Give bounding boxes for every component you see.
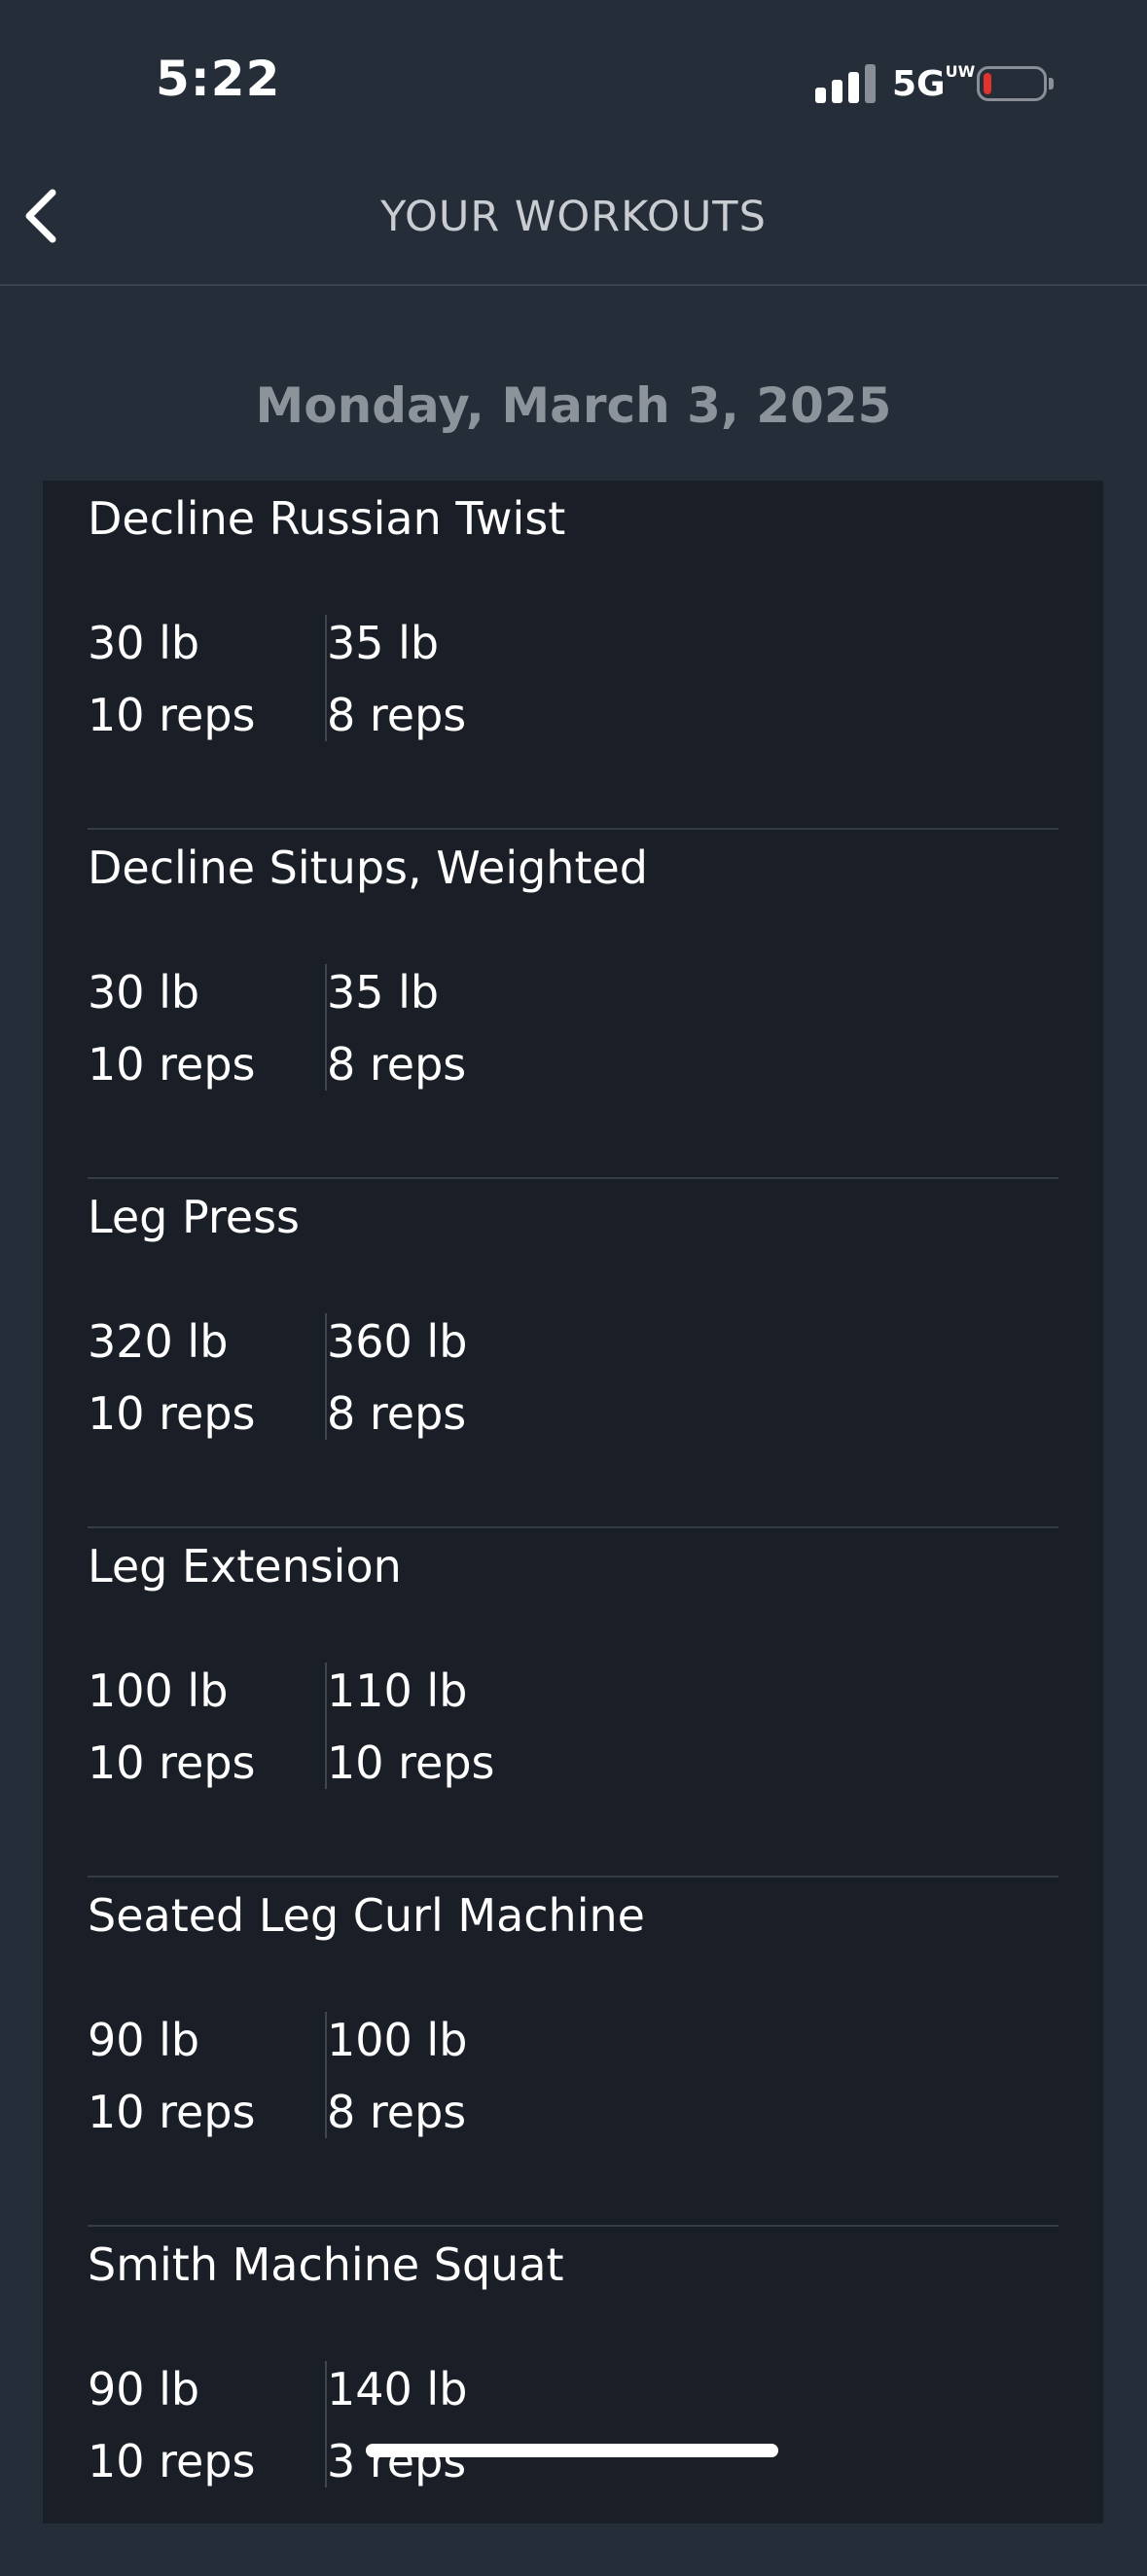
set-1: 320 lb 10 reps — [88, 1306, 256, 1449]
set-reps: 10 reps — [88, 1387, 256, 1440]
network-label: 5G — [892, 64, 946, 104]
battery-level — [984, 73, 991, 94]
exercise-item[interactable]: Decline Russian Twist 30 lb 10 reps 35 l… — [88, 481, 1058, 830]
set-1: 90 lb 10 reps — [88, 2353, 256, 2497]
page-title: YOUR WORKOUTS — [380, 193, 767, 241]
network-type: 5GUW — [892, 62, 976, 105]
set-weight: 30 lb — [88, 966, 200, 1019]
set-weight: 100 lb — [88, 1664, 229, 1717]
set-2: 360 lb 8 reps — [327, 1306, 467, 1449]
set-reps: 8 reps — [327, 2086, 467, 2138]
workout-date: Monday, March 3, 2025 — [255, 377, 892, 434]
set-weight: 30 lb — [88, 617, 200, 669]
set-2: 35 lb 8 reps — [327, 956, 466, 1100]
battery-icon — [977, 66, 1047, 101]
set-reps: 8 reps — [327, 689, 467, 741]
exercise-name: Decline Russian Twist — [88, 492, 566, 545]
set-reps: 8 reps — [327, 1387, 467, 1440]
set-1: 30 lb 10 reps — [88, 607, 256, 751]
set-1: 30 lb 10 reps — [88, 956, 256, 1100]
workout-card: Decline Russian Twist 30 lb 10 reps 35 l… — [43, 481, 1103, 2523]
set-reps: 10 reps — [88, 1038, 256, 1091]
exercise-item[interactable]: Smith Machine Squat 90 lb 10 reps 140 lb… — [88, 2227, 1058, 2576]
set-weight: 35 lb — [327, 617, 440, 669]
set-weight: 140 lb — [327, 2363, 468, 2415]
exercise-item[interactable]: Leg Press 320 lb 10 reps 360 lb 8 reps — [88, 1179, 1058, 1528]
set-weight: 35 lb — [327, 966, 440, 1019]
set-2: 100 lb 8 reps — [327, 2004, 467, 2148]
status-time: 5:22 — [156, 51, 281, 107]
set-1: 100 lb 10 reps — [88, 1655, 256, 1799]
exercise-item[interactable]: Decline Situps, Weighted 30 lb 10 reps 3… — [88, 830, 1058, 1179]
set-weight: 100 lb — [327, 2014, 468, 2066]
exercise-name: Seated Leg Curl Machine — [88, 1889, 645, 1942]
set-reps: 8 reps — [327, 1038, 467, 1091]
network-badge: UW — [945, 62, 976, 81]
set-1: 90 lb 10 reps — [88, 2004, 256, 2148]
set-reps: 10 reps — [88, 689, 256, 741]
set-reps: 10 reps — [88, 1736, 256, 1789]
exercise-item[interactable]: Seated Leg Curl Machine 90 lb 10 reps 10… — [88, 1878, 1058, 2227]
exercise-name: Leg Extension — [88, 1540, 402, 1592]
set-reps: 10 reps — [88, 2086, 256, 2138]
cellular-signal-icon — [815, 64, 876, 103]
set-2: 35 lb 8 reps — [327, 607, 466, 751]
set-weight: 360 lb — [327, 1315, 468, 1368]
set-weight: 320 lb — [88, 1315, 229, 1368]
set-weight: 90 lb — [88, 2014, 200, 2066]
home-indicator[interactable] — [366, 2444, 778, 2457]
exercise-name: Smith Machine Squat — [88, 2238, 564, 2291]
set-weight: 90 lb — [88, 2363, 200, 2415]
battery-tip — [1049, 78, 1054, 89]
set-weight: 110 lb — [327, 1664, 468, 1717]
status-bar: 5:22 5GUW — [0, 0, 1147, 146]
exercise-name: Leg Press — [88, 1191, 301, 1243]
set-reps: 10 reps — [327, 1736, 495, 1789]
nav-bar: YOUR WORKOUTS — [0, 146, 1147, 286]
exercise-name: Decline Situps, Weighted — [88, 841, 648, 894]
exercise-item[interactable]: Leg Extension 100 lb 10 reps 110 lb 10 r… — [88, 1528, 1058, 1878]
set-2: 110 lb 10 reps — [327, 1655, 495, 1799]
set-2: 140 lb 3 reps — [327, 2353, 467, 2497]
